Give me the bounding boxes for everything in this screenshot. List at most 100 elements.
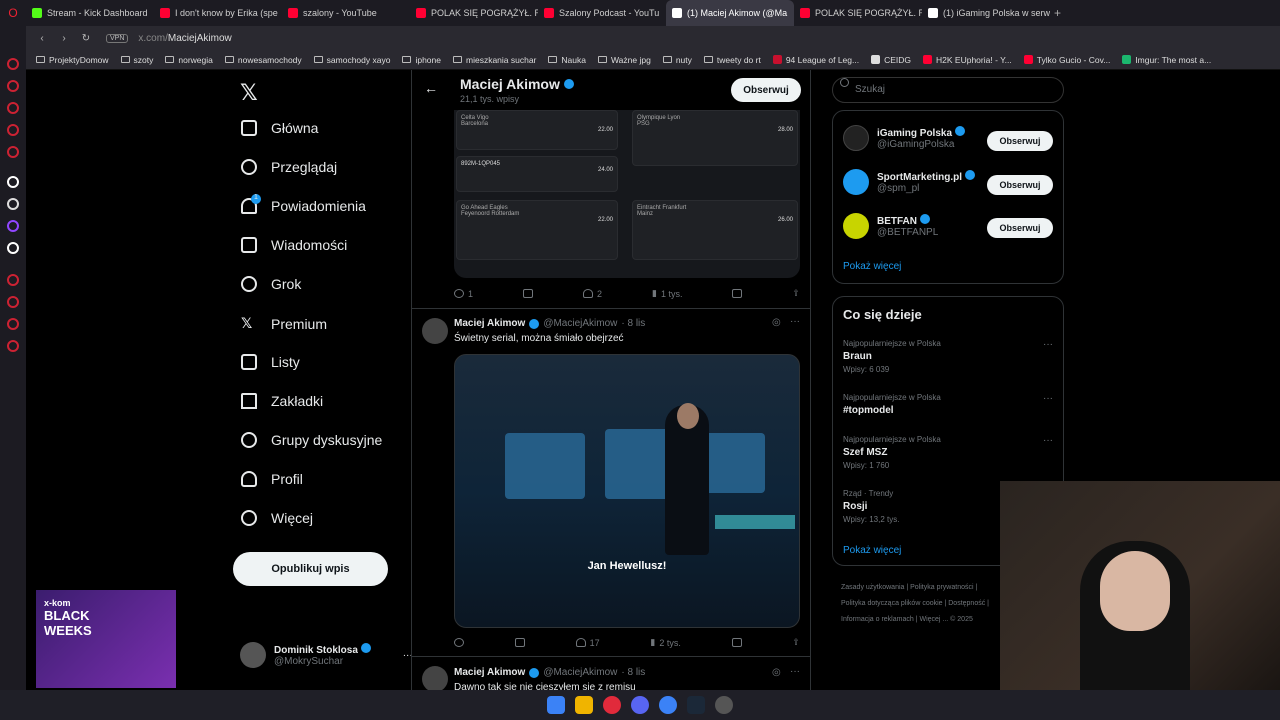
sidebar-app-icon[interactable]: [7, 146, 19, 158]
reply-button[interactable]: 1: [454, 288, 473, 299]
bookmark[interactable]: tweety do rt: [703, 55, 761, 65]
repost-button[interactable]: [514, 637, 525, 648]
show-more-link[interactable]: Pokaż więcej: [843, 261, 901, 272]
post-button[interactable]: Opublikuj wpis: [233, 552, 388, 586]
more-dots-icon[interactable]: ···: [1043, 339, 1053, 350]
sidebar-app-icon[interactable]: [7, 102, 19, 114]
sidebar-app-icon[interactable]: [7, 198, 19, 210]
bookmark[interactable]: szoty: [120, 55, 153, 65]
views-button[interactable]: ▮ 1 tys.: [652, 288, 682, 299]
nav-bookmarks[interactable]: Zakładki: [241, 393, 323, 409]
x-icon[interactable]: [7, 242, 19, 254]
bookmark[interactable]: nuty: [662, 55, 692, 65]
sidebar-app-icon[interactable]: [7, 176, 19, 188]
search-input[interactable]: Szukaj: [832, 77, 1064, 103]
bookmark[interactable]: mieszkania suchar: [453, 55, 536, 65]
nav-lists[interactable]: Listy: [241, 354, 300, 370]
tab-6[interactable]: POLAK SIĘ POGRĄŻYŁ. R: [794, 0, 922, 26]
bookmark[interactable]: Nauka: [548, 55, 586, 65]
back-arrow-icon[interactable]: ←: [424, 80, 438, 96]
forward-icon[interactable]: ›: [58, 33, 70, 44]
tab-3[interactable]: POLAK SIĘ POGRĄŻYŁ. R: [410, 0, 538, 26]
follow-button[interactable]: Obserwuj: [987, 175, 1053, 195]
trend-item[interactable]: Najpopularniejsze w Polska Braun Wpisy: …: [843, 339, 1053, 374]
sidebar-app-icon[interactable]: [7, 80, 19, 92]
bookmark[interactable]: H2K EUphoria! - Y...: [923, 55, 1012, 65]
twitch-icon[interactable]: [7, 220, 19, 232]
nav-more[interactable]: Więcej: [241, 510, 313, 526]
bookmark[interactable]: 94 League of Leg...: [772, 55, 859, 65]
footer-links[interactable]: Zasady użytkowania | Polityka prywatnośc…: [841, 580, 1001, 628]
tab-5[interactable]: (1) Maciej Akimow (@Ma: [666, 0, 794, 26]
avatar[interactable]: [422, 318, 448, 344]
history-icon[interactable]: [7, 296, 19, 308]
like-button[interactable]: 2: [582, 288, 602, 299]
suggested-account[interactable]: iGaming Polska @iGamingPolska: [843, 125, 965, 151]
bookmark-button[interactable]: [732, 288, 743, 299]
account-switcher[interactable]: Dominik Stoklosa @MokrySuchar ···: [240, 642, 413, 668]
views-button[interactable]: ▮ 2 tys.: [650, 637, 680, 648]
opera-icon[interactable]: [603, 696, 621, 714]
follow-button[interactable]: Obserwuj: [731, 78, 801, 102]
bookmark[interactable]: norwegia: [165, 55, 213, 65]
suggested-account[interactable]: SportMarketing.pl @spm_pl: [843, 169, 975, 195]
messenger-icon[interactable]: [659, 696, 677, 714]
follow-button[interactable]: Obserwuj: [987, 131, 1053, 151]
trend-item[interactable]: Najpopularniejsze w Polska #topmodel ···: [843, 393, 1053, 419]
nav-home[interactable]: Główna: [241, 120, 318, 136]
nav-profile[interactable]: Profil: [241, 471, 303, 487]
back-icon[interactable]: ‹: [36, 33, 48, 44]
trend-item[interactable]: Najpopularniejsze w Polska Szef MSZ Wpis…: [843, 435, 1053, 470]
sidebar-app-icon[interactable]: [7, 124, 19, 136]
reload-icon[interactable]: ↻: [80, 33, 92, 44]
like-button[interactable]: 17: [575, 637, 600, 648]
windows-start-icon[interactable]: [547, 696, 565, 714]
tab-4[interactable]: Szalony Podcast - YouTu: [538, 0, 666, 26]
bookmark[interactable]: Ważne jpg: [597, 55, 651, 65]
tweet-video[interactable]: Jan Hewellusz!: [454, 354, 800, 628]
share-button[interactable]: ⇪: [792, 637, 800, 648]
tab-1[interactable]: I don't know by Erika (spe: [154, 0, 282, 26]
repost-button[interactable]: [523, 288, 533, 299]
more-dots-icon[interactable]: ···: [790, 316, 800, 327]
nav-grok[interactable]: Grok: [241, 276, 301, 292]
share-button[interactable]: ⇪: [792, 288, 800, 299]
reply-button[interactable]: [454, 637, 464, 648]
show-more-link[interactable]: Pokaż więcej: [843, 545, 901, 556]
sidebar-app-icon[interactable]: [7, 58, 19, 70]
new-tab-icon[interactable]: +: [1054, 6, 1061, 20]
tab-0[interactable]: Stream - Kick Dashboard: [26, 0, 154, 26]
nav-explore[interactable]: Przeglądaj: [241, 159, 337, 175]
sidebar-app-icon[interactable]: [7, 318, 19, 330]
bookmark[interactable]: ProjektyDomow: [36, 55, 109, 65]
settings-icon[interactable]: [7, 340, 19, 352]
sidebar-app-icon[interactable]: [7, 274, 19, 286]
steam-icon[interactable]: [687, 696, 705, 714]
bookmark[interactable]: iphone: [402, 55, 441, 65]
follow-button[interactable]: Obserwuj: [987, 218, 1053, 238]
bookmark[interactable]: CEIDG: [871, 55, 911, 65]
nav-premium[interactable]: 𝕏 Premium: [241, 315, 327, 332]
opera-logo-icon[interactable]: O: [0, 6, 26, 20]
tab-2[interactable]: szalony - YouTube: [282, 0, 410, 26]
more-dots-icon[interactable]: ···: [1043, 435, 1053, 446]
url-field[interactable]: x.com/MaciejAkimow: [138, 33, 231, 44]
nav-notifications[interactable]: Powiadomienia 1: [241, 194, 366, 214]
bookmark[interactable]: samochody xayo: [313, 55, 390, 65]
bookmark[interactable]: Imgur: The most a...: [1122, 55, 1211, 65]
vpn-badge[interactable]: VPN: [106, 33, 129, 43]
grok-icon[interactable]: ◎: [772, 317, 781, 328]
obs-icon[interactable]: [715, 696, 733, 714]
avatar[interactable]: [422, 666, 448, 690]
bookmark[interactable]: nowesamochody: [224, 55, 302, 65]
bookmark-button[interactable]: [731, 637, 742, 648]
tweet-image[interactable]: Celta Vigo Barcelona 22.00 Olympique Lyon P…: [454, 110, 800, 278]
nav-communities[interactable]: Grupy dyskusyjne: [241, 432, 382, 448]
file-explorer-icon[interactable]: [575, 696, 593, 714]
suggested-account[interactable]: BETFAN @BETFANPL: [843, 213, 938, 239]
more-dots-icon[interactable]: ···: [1043, 393, 1053, 404]
bookmark[interactable]: Tylko Gucio - Cov...: [1023, 55, 1110, 65]
nav-messages[interactable]: Wiadomości: [241, 237, 347, 253]
more-dots-icon[interactable]: ···: [790, 666, 800, 677]
discord-icon[interactable]: [631, 696, 649, 714]
